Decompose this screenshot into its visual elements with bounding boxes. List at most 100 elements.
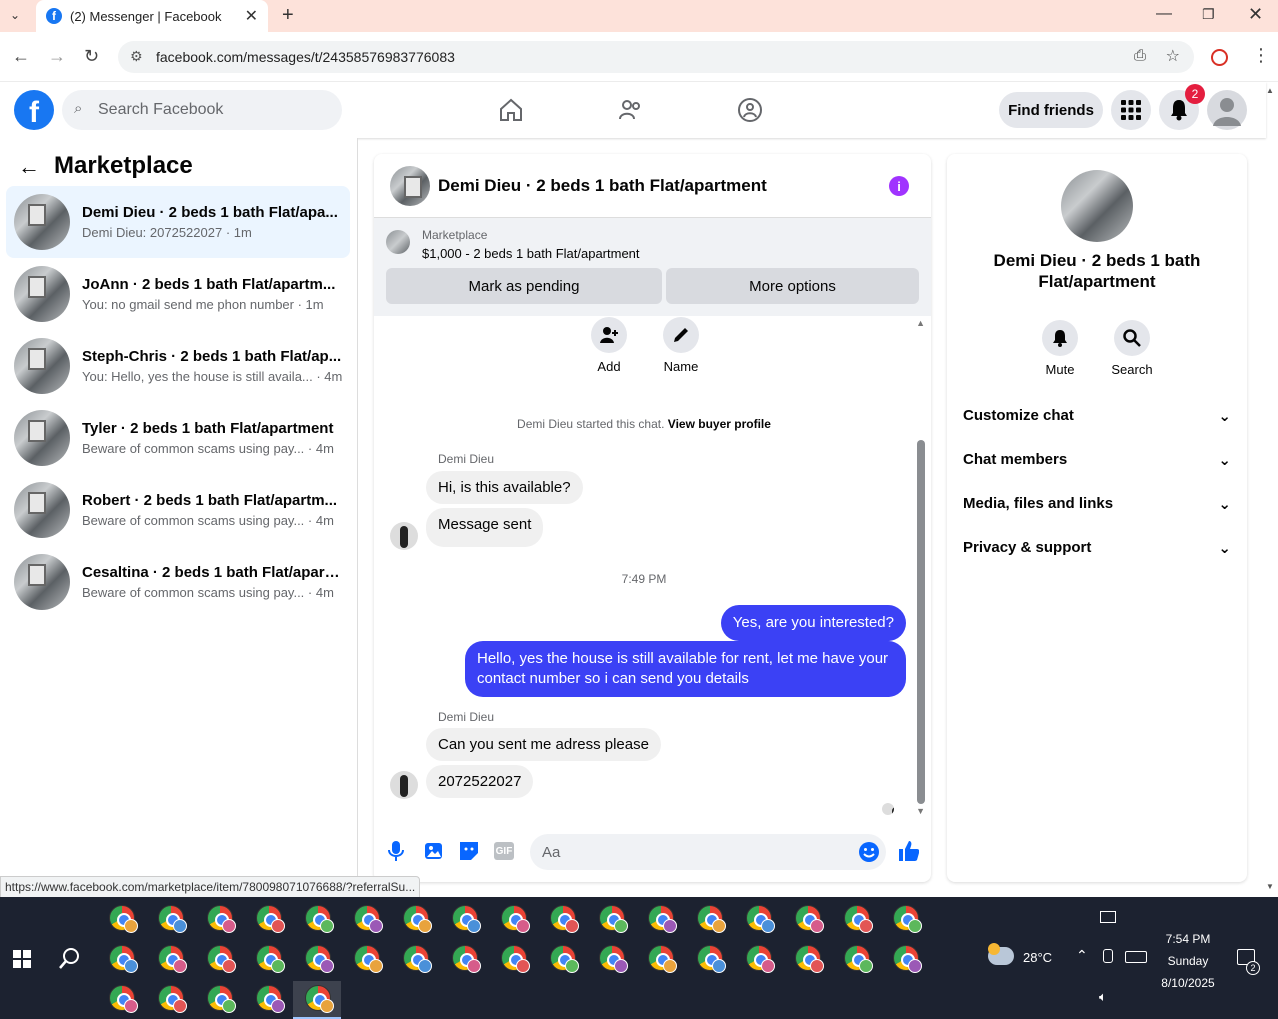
facebook-logo-icon[interactable]: f	[14, 90, 54, 130]
incoming-message[interactable]: Can you sent me adress please	[426, 728, 661, 761]
microphone-icon[interactable]	[388, 840, 410, 862]
incoming-message[interactable]: Hi, is this available?	[426, 471, 583, 504]
media-files-links-section[interactable]: Media, files and links ⌄	[963, 495, 1231, 513]
speaker-icon[interactable]: 🔈︎	[1099, 989, 1107, 1005]
back-arrow-icon[interactable]: ←	[18, 154, 40, 180]
keyboard-icon[interactable]	[1125, 951, 1147, 963]
clock[interactable]: 7:54 PM Sunday 8/10/2025	[1150, 928, 1226, 994]
listing-thumbnail[interactable]	[386, 230, 410, 254]
message-input[interactable]: Aa	[530, 834, 886, 870]
privacy-support-section[interactable]: Privacy & support ⌄	[963, 539, 1231, 557]
search-label: Search	[1111, 362, 1153, 377]
site-info-icon[interactable]: ⚙	[130, 48, 143, 65]
incoming-message[interactable]: 2072522027	[426, 765, 534, 798]
tab-search-icon[interactable]: ⌄	[10, 8, 20, 22]
restore-icon[interactable]: ❐	[1202, 6, 1215, 23]
scrollbar-thumb[interactable]	[917, 440, 925, 804]
conversation-item[interactable]: Robert · 2 beds 1 bath Flat/apartm... Bew…	[6, 474, 350, 546]
profile-icon[interactable]	[1211, 49, 1228, 66]
listing-price-title[interactable]: $1,000 - 2 beds 1 bath Flat/apartment	[422, 246, 640, 261]
chrome-profile-badge-icon	[222, 959, 236, 973]
account-avatar[interactable]	[1207, 90, 1247, 130]
chat-avatar[interactable]	[390, 165, 430, 206]
clock-day: Sunday	[1167, 954, 1209, 968]
search-icon[interactable]	[58, 947, 82, 971]
page-scroll-up-icon[interactable]: ▲	[1266, 86, 1274, 95]
scroll-down-icon[interactable]: ▼	[916, 806, 925, 816]
browser-tab[interactable]: f (2) Messenger | Facebook ✕	[36, 0, 268, 32]
message-composer: GIF Aa	[374, 826, 931, 882]
add-button[interactable]: Add	[579, 317, 639, 374]
gif-icon[interactable]: GIF	[494, 842, 514, 860]
notification-count-badge: 2	[1185, 84, 1205, 104]
address-bar[interactable]: ⚙ facebook.com/messages/t/24358576983776…	[118, 41, 1194, 73]
chrome-profile-badge-icon	[124, 999, 138, 1013]
chevron-down-icon: ⌄	[1218, 496, 1231, 513]
conversation-preview: Beware of common scams using pay... · 4m	[82, 441, 334, 456]
install-app-icon[interactable]: ⎙	[1134, 47, 1146, 64]
close-window-icon[interactable]: ✕	[1248, 4, 1263, 25]
outgoing-message[interactable]: Hello, yes the house is still available …	[465, 641, 906, 697]
conversation-item[interactable]: Demi Dieu · 2 beds 1 bath Flat/apa... Dem…	[6, 186, 350, 258]
chat-members-section[interactable]: Chat members ⌄	[963, 451, 1231, 469]
conversation-item[interactable]: JoAnn · 2 beds 1 bath Flat/apartm... You:…	[6, 258, 350, 330]
name-label: Name	[663, 359, 699, 374]
chevron-down-icon: ⌄	[1218, 540, 1231, 557]
conversation-item[interactable]: Tyler · 2 beds 1 bath Flat/apartment Bewa…	[6, 402, 350, 474]
chat-details-panel: Demi Dieu · 2 beds 1 bath Flat/apartment…	[947, 154, 1247, 882]
windows-start-icon[interactable]	[13, 950, 31, 968]
mark-as-pending-button[interactable]: Mark as pending	[386, 268, 662, 304]
search-in-chat-button[interactable]: Search	[1102, 320, 1162, 377]
conversation-preview: Beware of common scams using pay... · 4m	[82, 585, 334, 600]
more-options-button[interactable]: More options	[666, 268, 919, 304]
sticker-icon[interactable]	[458, 840, 480, 862]
photo-icon[interactable]	[422, 840, 444, 862]
emoji-icon[interactable]	[858, 841, 880, 863]
view-buyer-profile-link[interactable]: View buyer profile	[668, 417, 771, 431]
chat-title[interactable]: Demi Dieu · 2 beds 1 bath Flat/apartment	[438, 176, 767, 196]
search-input[interactable]: ⌕ Search Facebook	[62, 90, 342, 130]
scroll-up-icon[interactable]: ▲	[916, 318, 925, 328]
mute-button[interactable]: Mute	[1030, 320, 1090, 377]
facebook-header: f ⌕ Search Facebook Find friends	[0, 82, 1266, 138]
bookmark-star-icon[interactable]: ☆	[1166, 46, 1180, 66]
forward-icon[interactable]: →	[48, 46, 66, 67]
name-button[interactable]: Name	[651, 317, 711, 374]
conversation-item[interactable]: Steph-Chris · 2 beds 1 bath Flat/ap... Yo…	[6, 330, 350, 402]
find-friends-button[interactable]: Find friends	[999, 92, 1103, 128]
incoming-message[interactable]: Message sent	[426, 508, 544, 547]
section-label: Customize chat	[963, 407, 1074, 424]
chrome-profile-badge-icon	[418, 919, 432, 933]
device-icon[interactable]	[1103, 949, 1113, 963]
groups-icon[interactable]	[737, 97, 763, 123]
listing-thumbnail	[14, 410, 70, 466]
menu-grid-icon[interactable]	[1111, 90, 1151, 130]
clock-date: 8/10/2025	[1161, 976, 1215, 990]
listing-thumbnail	[14, 194, 70, 250]
pencil-icon	[663, 317, 699, 353]
close-tab-icon[interactable]: ✕	[245, 6, 258, 26]
new-tab-icon[interactable]: +	[282, 4, 294, 27]
info-icon[interactable]: i	[889, 176, 909, 196]
sender-avatar[interactable]	[390, 771, 418, 799]
minimize-icon[interactable]: —	[1156, 5, 1172, 23]
outgoing-message[interactable]: Yes, are you interested?	[720, 605, 906, 641]
weather-temperature[interactable]: 28°C	[1023, 950, 1052, 965]
thumbs-up-icon[interactable]	[897, 839, 919, 861]
back-icon[interactable]: ←	[12, 46, 30, 67]
chrome-profile-badge-icon	[124, 919, 138, 933]
chrome-profile-badge-icon	[222, 999, 236, 1013]
conversation-preview: Beware of common scams using pay... · 4m	[82, 513, 334, 528]
friends-icon[interactable]	[618, 98, 644, 122]
reload-icon[interactable]: ↻	[84, 46, 99, 67]
menu-dots-icon[interactable]: ⋮	[1252, 45, 1270, 66]
chevron-up-icon[interactable]: ⌃	[1076, 947, 1088, 964]
status-bar-url: https://www.facebook.com/marketplace/ite…	[0, 876, 421, 898]
network-icon[interactable]	[1100, 911, 1116, 923]
listing-avatar[interactable]	[1061, 170, 1133, 242]
customize-chat-section[interactable]: Customize chat ⌄	[963, 407, 1231, 425]
home-icon[interactable]	[498, 98, 524, 122]
page-scroll-down-icon[interactable]: ▼	[1266, 882, 1274, 891]
conversation-item[interactable]: Cesaltina · 2 beds 1 bath Flat/apart... B…	[6, 546, 350, 618]
sender-avatar[interactable]	[390, 522, 418, 550]
